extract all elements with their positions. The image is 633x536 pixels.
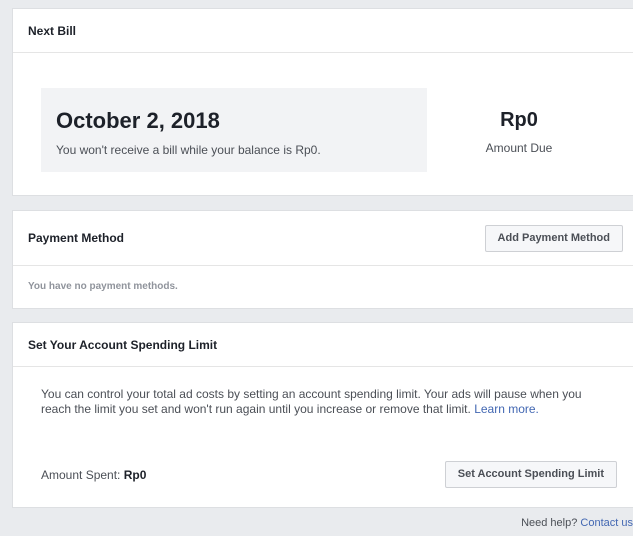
next-bill-title: Next Bill [28, 23, 77, 38]
amount-spent: Amount Spent: Rp0 [41, 468, 146, 482]
payment-method-title: Payment Method [28, 231, 125, 245]
help-prefix: Need help? [521, 517, 578, 529]
set-account-spending-limit-button[interactable]: Set Account Spending Limit [444, 461, 617, 488]
payment-method-card: Payment Method Add Payment Method You ha… [12, 210, 633, 309]
amount-spent-value: Rp0 [123, 467, 147, 482]
spending-limit-card: Set Your Account Spending Limit You can … [12, 322, 633, 508]
spending-limit-description: You can control your total ad costs by s… [13, 367, 633, 417]
contact-us-link[interactable]: Contact us [580, 517, 633, 529]
amount-spent-label: Amount Spent: [41, 467, 121, 482]
bill-note: You won't receive a bill while your bala… [56, 143, 321, 157]
payment-method-header: Payment Method Add Payment Method [13, 211, 633, 266]
bill-date-box: October 2, 2018 You won't receive a bill… [41, 88, 427, 172]
spending-limit-header: Set Your Account Spending Limit [13, 323, 633, 367]
next-bill-card: Next Bill October 2, 2018 You won't rece… [12, 8, 633, 196]
bill-date: October 2, 2018 [56, 108, 220, 133]
amount-due-box: Rp0 Amount Due [453, 109, 585, 155]
amount-due-label: Amount Due [485, 141, 553, 155]
amount-due-value: Rp0 [500, 109, 538, 131]
learn-more-link[interactable]: Learn more. [474, 402, 539, 416]
payment-method-empty-text: You have no payment methods. [28, 281, 178, 292]
spending-limit-title: Set Your Account Spending Limit [28, 337, 218, 352]
spending-limit-row: Amount Spent: Rp0 Set Account Spending L… [41, 461, 617, 488]
next-bill-header: Next Bill [13, 9, 633, 53]
help-footer: Need help? Contact us [521, 517, 633, 529]
add-payment-method-button[interactable]: Add Payment Method [484, 224, 623, 252]
